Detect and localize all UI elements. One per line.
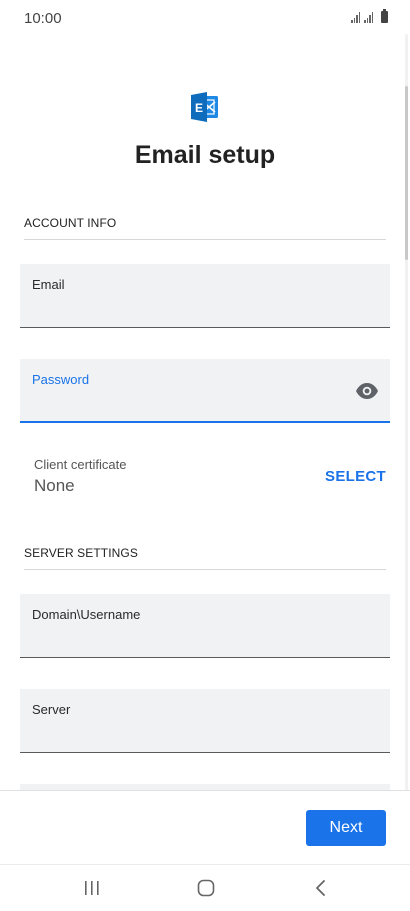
select-certificate-button[interactable]: SELECT bbox=[325, 468, 386, 485]
account-info-header: ACCOUNT INFO bbox=[24, 216, 117, 230]
battery-icon bbox=[381, 9, 388, 23]
eye-icon[interactable] bbox=[355, 382, 379, 400]
navigation-bar bbox=[0, 864, 410, 911]
client-certificate-value: None bbox=[34, 476, 75, 495]
status-icons bbox=[351, 9, 388, 23]
server-field[interactable]: Server bbox=[20, 689, 390, 753]
email-field-label: Email bbox=[32, 277, 65, 292]
password-field[interactable]: Password bbox=[20, 359, 390, 423]
section-divider bbox=[24, 239, 386, 240]
domain-username-input[interactable] bbox=[32, 629, 346, 651]
email-field[interactable]: Email bbox=[20, 264, 390, 328]
page-title: Email setup bbox=[134, 141, 276, 169]
svg-text:E: E bbox=[195, 101, 203, 115]
next-button[interactable]: Next bbox=[306, 810, 386, 846]
signal-icon-2 bbox=[364, 12, 373, 23]
bottom-action-bar: Next bbox=[0, 790, 410, 863]
server-settings-header: SERVER SETTINGS bbox=[24, 546, 138, 560]
server-field-label: Server bbox=[32, 702, 71, 717]
domain-username-field-label: Domain\Username bbox=[32, 607, 141, 622]
password-input[interactable] bbox=[32, 393, 346, 415]
password-field-label: Password bbox=[32, 372, 90, 387]
status-time: 10:00 bbox=[24, 10, 62, 27]
exchange-logo-icon: E bbox=[191, 92, 218, 122]
signal-icon bbox=[351, 12, 360, 23]
status-bar: 10:00 bbox=[0, 0, 410, 34]
email-input[interactable] bbox=[32, 299, 346, 321]
domain-username-field[interactable]: Domain\Username bbox=[20, 594, 390, 658]
client-certificate-label: Client certificate bbox=[34, 457, 127, 472]
server-input[interactable] bbox=[32, 724, 346, 746]
scrollbar-thumb[interactable] bbox=[405, 86, 408, 260]
back-icon[interactable] bbox=[309, 877, 333, 899]
section-divider bbox=[24, 569, 386, 570]
recents-icon[interactable] bbox=[80, 877, 104, 899]
home-icon[interactable] bbox=[194, 877, 218, 899]
